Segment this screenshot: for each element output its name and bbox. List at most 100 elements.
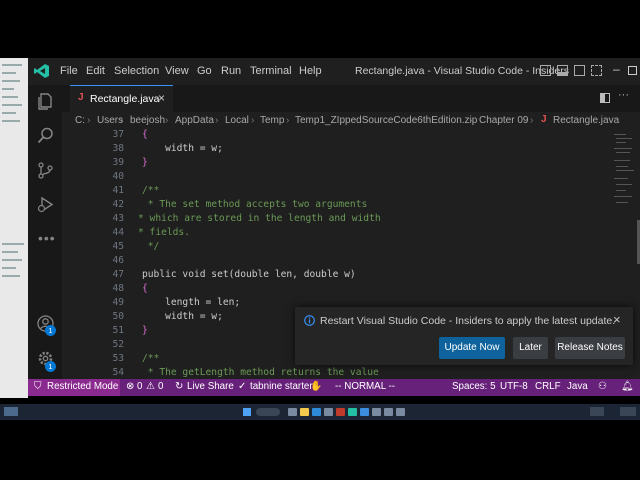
breadcrumb-item[interactable]: Local (225, 115, 249, 126)
menu-help[interactable]: Help (299, 65, 322, 77)
close-tab-icon[interactable]: × (158, 91, 165, 105)
line-number: 42 (112, 199, 124, 210)
tabnine-label[interactable]: tabnine starter (250, 381, 313, 392)
eol-label[interactable]: CRLF (535, 381, 561, 392)
feedback-icon[interactable]: ⚇ (598, 381, 607, 392)
breadcrumb-item[interactable]: Chapter 09 (479, 115, 528, 126)
code-line: length = len; (142, 297, 241, 308)
taskbar-app-icon[interactable] (336, 408, 345, 416)
line-number: 49 (112, 297, 124, 308)
taskbar-app-icon[interactable] (384, 408, 393, 416)
status-bar: ⛉ Restricted Mode ⊗ 0 ⚠ 0 ↻ Live Share ✓… (28, 379, 640, 396)
source-control-icon[interactable] (37, 162, 54, 179)
restricted-mode-item[interactable]: ⛉ Restricted Mode (28, 379, 120, 396)
line-number: 47 (112, 269, 124, 280)
warning-icon[interactable]: ⚠ (146, 381, 155, 392)
editor-tab-bar: J Rectangle.java × ··· (62, 85, 640, 112)
chevron-right-icon: › (165, 115, 169, 126)
vscode-insiders-logo-icon (34, 64, 49, 78)
menu-go[interactable]: Go (197, 65, 212, 77)
menu-selection[interactable]: Selection (114, 65, 159, 77)
line-number: 45 (112, 241, 124, 252)
hand-icon: ✋ (310, 381, 323, 392)
weather-icon[interactable] (4, 407, 18, 416)
chevron-right-icon: › (530, 115, 534, 126)
code-line: * which are stored in the length and wid… (138, 213, 381, 224)
chevron-right-icon: › (469, 115, 473, 126)
search-box[interactable] (256, 408, 280, 416)
code-line: */ (142, 241, 160, 252)
release-notes-button[interactable]: Release Notes (555, 337, 625, 359)
update-now-button[interactable]: Update Now (439, 337, 505, 359)
chevron-right-icon: › (120, 115, 124, 126)
customize-layout-icon[interactable] (591, 65, 602, 76)
vscode-insiders-taskbar-icon[interactable] (348, 408, 357, 416)
files-icon[interactable] (37, 93, 54, 110)
error-count: 0 (137, 381, 143, 392)
code-line: width = w; (142, 311, 223, 322)
breadcrumb-item[interactable]: beejosh (130, 115, 165, 126)
line-number: 39 (112, 157, 124, 168)
minimize-icon[interactable]: – (613, 62, 620, 76)
system-tray[interactable] (590, 407, 604, 416)
run-debug-icon[interactable] (37, 196, 54, 213)
encoding-label[interactable]: UTF-8 (500, 381, 528, 392)
taskbar-app-icon[interactable] (324, 408, 333, 416)
menu-terminal[interactable]: Terminal (250, 65, 292, 77)
windows-taskbar (0, 404, 640, 420)
window-title: Rectangle.java - Visual Studio Code - In… (355, 65, 570, 77)
live-share-icon[interactable]: ↻ (175, 381, 183, 392)
line-number: 48 (112, 283, 124, 294)
more-actions-icon[interactable]: ··· (618, 89, 629, 101)
code-line: /** (142, 353, 160, 364)
close-notification-icon[interactable]: × (613, 312, 621, 327)
error-icon[interactable]: ⊗ (126, 381, 134, 392)
account-badge: 1 (45, 325, 56, 336)
line-number: 40 (112, 171, 124, 182)
toggle-primary-sidebar-icon[interactable] (540, 65, 551, 76)
breadcrumb: C: › Users › beejosh › AppData › Local ›… (62, 112, 640, 130)
breadcrumb-item[interactable]: AppData (175, 115, 214, 126)
line-number: 43 (112, 213, 124, 224)
taskbar-app-icon[interactable] (396, 408, 405, 416)
taskbar-app-icon[interactable] (288, 408, 297, 416)
maximize-icon[interactable] (628, 66, 637, 75)
info-icon (304, 315, 315, 326)
code-line: } (142, 325, 148, 336)
breadcrumb-item[interactable]: C: (75, 115, 85, 126)
live-share-label[interactable]: Live Share (187, 381, 234, 392)
indentation-label[interactable]: Spaces: 5 (452, 381, 496, 392)
tab-rectangle-java[interactable]: J Rectangle.java × (70, 85, 173, 112)
background-explorer-window (0, 58, 28, 398)
line-number: 38 (112, 143, 124, 154)
code-line: { (142, 129, 148, 140)
breadcrumb-item[interactable]: Temp (260, 115, 284, 126)
split-editor-icon[interactable] (600, 93, 610, 103)
search-icon[interactable] (37, 127, 54, 144)
toggle-panel-icon[interactable] (557, 65, 568, 76)
breadcrumb-item[interactable]: Temp1_ZIppedSourceCode6thEdition.zip (295, 115, 477, 126)
menu-view[interactable]: View (165, 65, 189, 77)
line-number: 37 (112, 129, 124, 140)
notifications-bell-icon[interactable]: 🔔︎ (621, 381, 633, 392)
menu-edit[interactable]: Edit (86, 65, 105, 77)
java-file-icon: J (541, 114, 547, 125)
notification-message: Restart Visual Studio Code - Insiders to… (320, 315, 616, 327)
line-number: 41 (112, 185, 124, 196)
more-icon[interactable]: ••• (38, 230, 56, 246)
vim-mode-label: -- NORMAL -- (335, 381, 396, 392)
title-bar: File Edit Selection View Go Run Terminal… (28, 58, 640, 85)
taskbar-app-icon[interactable] (372, 408, 381, 416)
language-mode-label[interactable]: Java (567, 381, 588, 392)
edge-icon[interactable] (312, 408, 321, 416)
folder-icon[interactable] (300, 408, 309, 416)
menu-file[interactable]: File (60, 65, 78, 77)
clock[interactable] (620, 407, 636, 416)
menu-run[interactable]: Run (221, 65, 241, 77)
code-line: * The set method accepts two arguments (142, 199, 368, 210)
later-button[interactable]: Later (513, 337, 548, 359)
start-icon[interactable] (243, 408, 251, 416)
breadcrumb-file[interactable]: Rectangle.java (553, 115, 619, 126)
vscode-taskbar-icon[interactable] (360, 408, 369, 416)
toggle-secondary-sidebar-icon[interactable] (574, 65, 585, 76)
